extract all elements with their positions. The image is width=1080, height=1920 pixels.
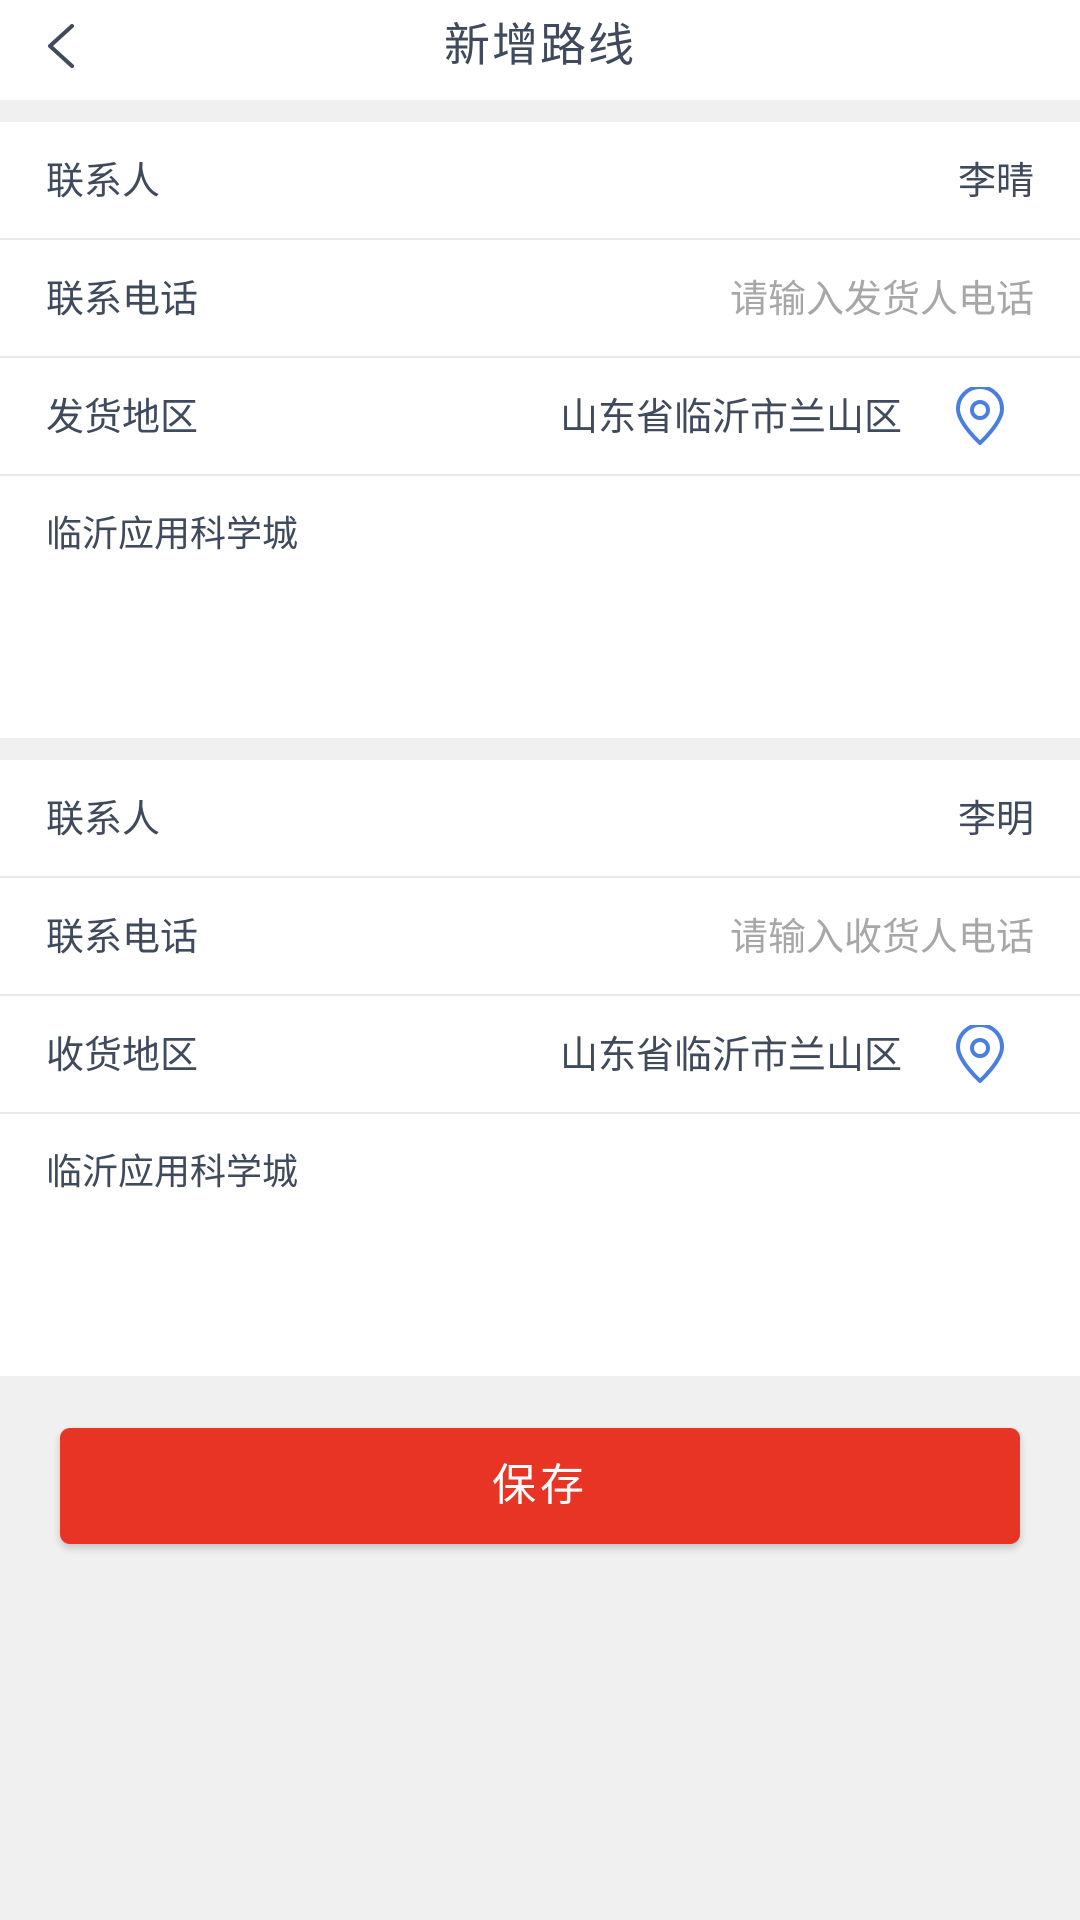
receiver-contact-row: 联系人 李明: [0, 760, 1080, 878]
receiver-phone-label: 联系电话: [46, 915, 199, 959]
sender-region-label: 发货地区: [46, 395, 199, 439]
receiver-contact-label: 联系人: [46, 797, 161, 841]
sender-contact-value[interactable]: 李晴: [958, 122, 1034, 240]
location-pin-icon: [956, 1023, 1004, 1083]
receiver-contact-value[interactable]: 李明: [958, 760, 1034, 878]
save-button[interactable]: 保存: [60, 1428, 1020, 1544]
receiver-phone-input[interactable]: [514, 907, 1034, 967]
receiver-address-input[interactable]: 临沂应用科学城: [46, 1148, 1034, 1348]
receiver-region-row: 收货地区 山东省临沂市兰山区: [0, 996, 1080, 1114]
sender-phone-input[interactable]: [514, 269, 1034, 329]
receiver-location-button[interactable]: [950, 1023, 1010, 1085]
sender-region-row: 发货地区 山东省临沂市兰山区: [0, 358, 1080, 476]
sender-address-input[interactable]: 临沂应用科学城: [46, 510, 1034, 710]
sender-location-button[interactable]: [950, 385, 1010, 447]
app-header: 新增路线: [0, 0, 1080, 100]
sender-phone-row: 联系电话: [0, 240, 1080, 358]
receiver-region-value[interactable]: 山东省临沂市兰山区: [560, 996, 902, 1114]
receiver-card: 联系人 李明 联系电话 收货地区 山东省临沂市兰山区 临沂应用科学城: [0, 760, 1080, 1376]
sender-contact-row: 联系人 李晴: [0, 122, 1080, 240]
receiver-region-label: 收货地区: [46, 1033, 199, 1077]
sender-address-area: 临沂应用科学城: [0, 476, 1080, 738]
sender-phone-label: 联系电话: [46, 277, 199, 321]
receiver-address-area: 临沂应用科学城: [0, 1114, 1080, 1376]
page-title: 新增路线: [444, 18, 636, 72]
sender-region-value[interactable]: 山东省临沂市兰山区: [560, 358, 902, 476]
sender-card: 联系人 李晴 联系电话 发货地区 山东省临沂市兰山区 临沂应用科学城: [0, 122, 1080, 738]
receiver-phone-row: 联系电话: [0, 878, 1080, 996]
location-pin-icon: [956, 385, 1004, 445]
sender-contact-label: 联系人: [46, 159, 161, 203]
